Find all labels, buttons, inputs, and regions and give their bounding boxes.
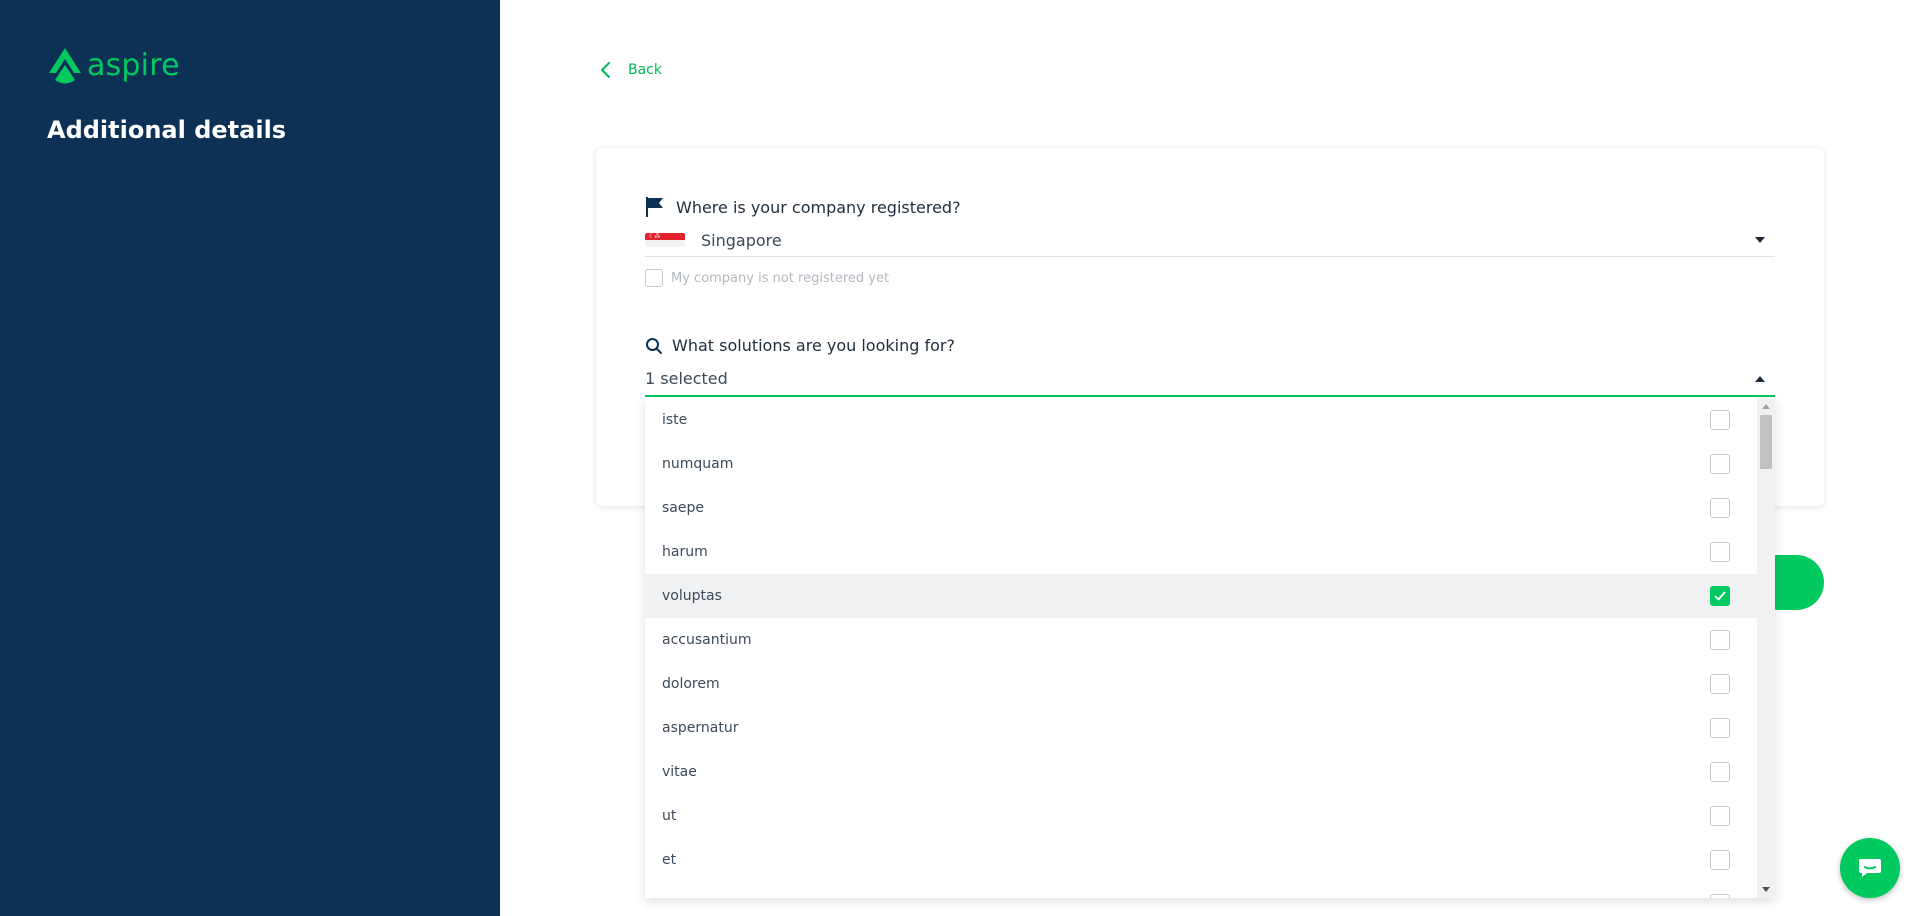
dropdown-option-voluptas[interactable]: voluptas bbox=[645, 574, 1757, 618]
option-checkbox[interactable] bbox=[1710, 850, 1730, 870]
chat-icon bbox=[1859, 859, 1881, 877]
sidebar-title: Additional details bbox=[47, 116, 287, 144]
scrollbar-thumb[interactable] bbox=[1760, 415, 1772, 469]
not-registered-option[interactable]: My company is not registered yet bbox=[645, 269, 889, 287]
chevron-left-icon bbox=[601, 62, 610, 78]
option-checkbox[interactable] bbox=[1710, 498, 1730, 518]
caret-down-icon bbox=[1755, 237, 1765, 243]
dropdown-option-saepe[interactable]: saepe bbox=[645, 486, 1757, 530]
country-question: Where is your company registered? bbox=[645, 196, 961, 218]
back-label: Back bbox=[628, 62, 662, 78]
not-registered-label: My company is not registered yet bbox=[671, 270, 890, 286]
caret-up-icon bbox=[1755, 375, 1765, 382]
option-checkbox[interactable] bbox=[1710, 542, 1730, 562]
option-checkbox[interactable] bbox=[1710, 674, 1730, 694]
country-select[interactable]: ☾⁂ Singapore bbox=[645, 224, 1775, 257]
option-label: et bbox=[662, 852, 677, 868]
option-label: dolorem bbox=[662, 676, 720, 692]
dropdown-option-ut[interactable]: ut bbox=[645, 794, 1757, 838]
logo-text: aspire bbox=[87, 48, 180, 83]
option-label: vitae bbox=[662, 764, 697, 780]
chat-button[interactable] bbox=[1840, 838, 1900, 898]
solutions-select[interactable]: 1 selected bbox=[645, 362, 1775, 397]
option-label: voluptas bbox=[662, 588, 722, 604]
solutions-question: What solutions are you looking for? bbox=[645, 336, 955, 355]
solutions-value: 1 selected bbox=[645, 369, 728, 388]
aspire-logo[interactable]: aspire bbox=[47, 47, 180, 85]
not-registered-checkbox[interactable] bbox=[645, 269, 663, 287]
aspire-logo-icon bbox=[49, 48, 81, 84]
dropdown-scrollbar[interactable] bbox=[1757, 398, 1775, 898]
option-label: harum bbox=[662, 544, 708, 560]
option-label: iste bbox=[662, 412, 688, 428]
option-label: ut bbox=[662, 808, 677, 824]
country-question-label: Where is your company registered? bbox=[676, 197, 961, 217]
dropdown-option-vitae[interactable]: vitae bbox=[645, 750, 1757, 794]
checkmark-icon bbox=[1714, 591, 1726, 601]
dropdown-option-dolorem[interactable]: dolorem bbox=[645, 662, 1757, 706]
dropdown-option-aspernatur[interactable]: aspernatur bbox=[645, 706, 1757, 750]
option-checkbox[interactable] bbox=[1710, 454, 1730, 474]
dropdown-option-harum[interactable]: harum bbox=[645, 530, 1757, 574]
singapore-flag-icon: ☾⁂ bbox=[645, 233, 685, 247]
dropdown-option-et[interactable]: et bbox=[645, 838, 1757, 882]
dropdown-option-numquam[interactable]: numquam bbox=[645, 442, 1757, 486]
scroll-up-arrow-icon[interactable] bbox=[1762, 404, 1770, 409]
option-label: aspernatur bbox=[662, 720, 739, 736]
option-label: numquam bbox=[662, 456, 734, 472]
country-value: Singapore bbox=[701, 230, 782, 250]
flag-icon bbox=[646, 197, 663, 217]
solutions-question-label: What solutions are you looking for? bbox=[672, 336, 955, 355]
solutions-dropdown: iste numquam saepe harum voluptas accusa… bbox=[645, 398, 1775, 898]
option-checkbox[interactable] bbox=[1710, 762, 1730, 782]
option-checkbox[interactable] bbox=[1710, 630, 1730, 650]
option-label: saepe bbox=[662, 500, 704, 516]
option-checkbox[interactable] bbox=[1710, 894, 1730, 898]
option-checkbox[interactable] bbox=[1710, 410, 1730, 430]
dropdown-option-accusantium[interactable]: accusantium bbox=[645, 618, 1757, 662]
option-label: accusantium bbox=[662, 632, 752, 648]
option-checkbox[interactable] bbox=[1710, 806, 1730, 826]
option-checkbox[interactable] bbox=[1710, 718, 1730, 738]
back-link[interactable]: Back bbox=[598, 60, 662, 80]
scroll-down-arrow-icon[interactable] bbox=[1762, 887, 1770, 892]
sidebar: aspire Additional details bbox=[0, 0, 500, 916]
dropdown-option-iste[interactable]: iste bbox=[645, 398, 1757, 442]
option-checkbox-checked[interactable] bbox=[1710, 586, 1730, 606]
search-icon bbox=[646, 337, 662, 354]
dropdown-option-partial[interactable] bbox=[645, 882, 1757, 898]
